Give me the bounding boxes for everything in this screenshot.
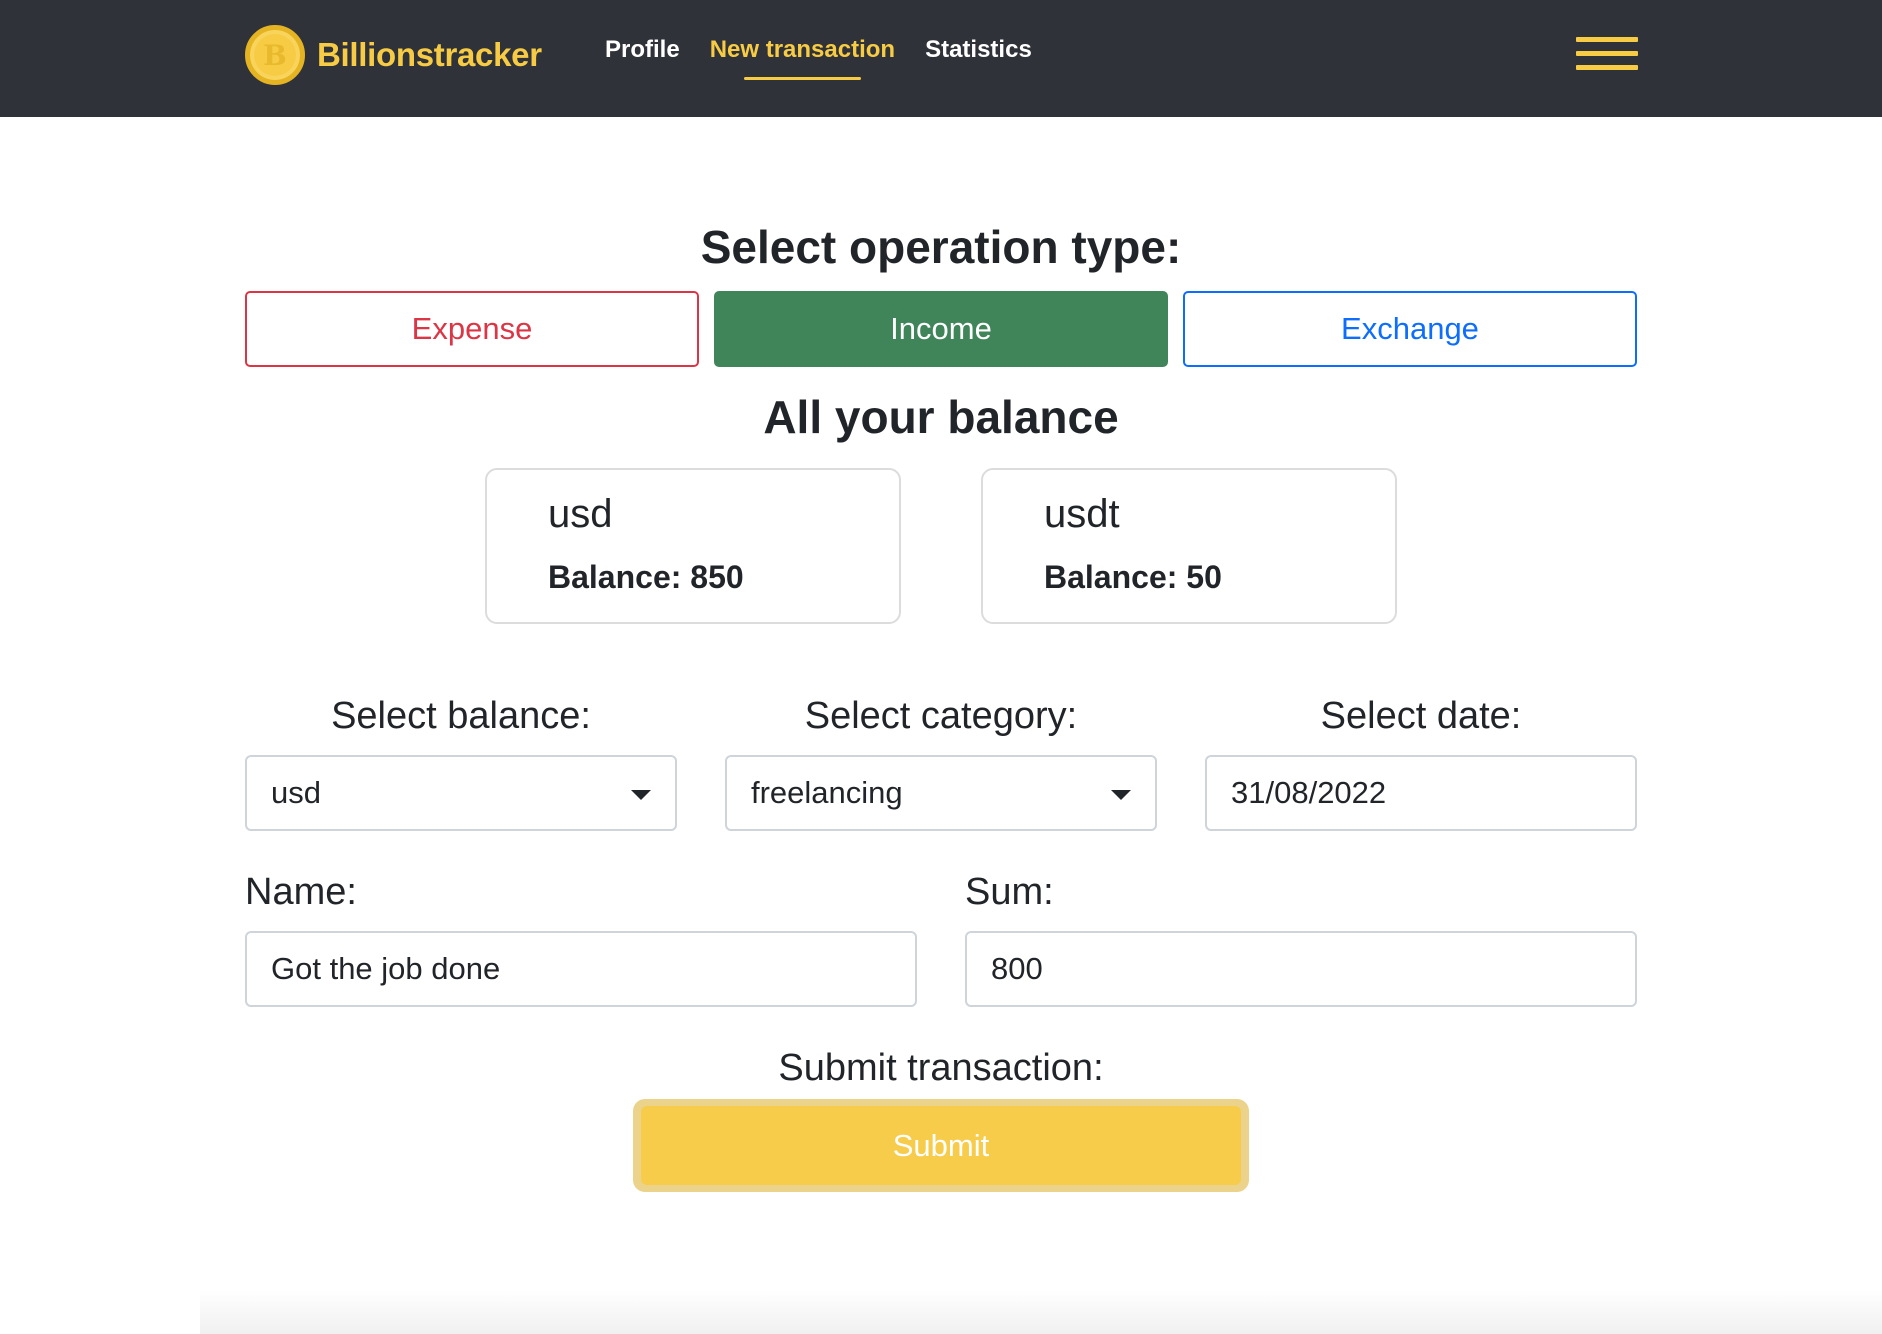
select-balance-label: Select balance: bbox=[331, 695, 591, 737]
bitcoin-coin-icon: B bbox=[245, 25, 305, 85]
submit-button-focus-ring: Submit bbox=[633, 1099, 1249, 1192]
sum-input[interactable]: 800 bbox=[965, 931, 1637, 1007]
operation-type-buttons: Expense Income Exchange bbox=[245, 291, 1637, 367]
coin-letter: B bbox=[263, 38, 287, 72]
balance-select-value: usd bbox=[271, 775, 321, 810]
chevron-down-icon bbox=[631, 790, 651, 800]
name-input[interactable]: Got the job done bbox=[245, 931, 917, 1007]
page: B Billionstracker Profile New transactio… bbox=[0, 0, 1882, 1334]
balance-card-amount: Balance: 50 bbox=[1044, 559, 1222, 595]
submit-heading: Submit transaction: bbox=[778, 1047, 1104, 1089]
name-label: Name: bbox=[245, 871, 357, 913]
balance-cards: usd Balance: 850 usdt Balance: 50 bbox=[485, 468, 1477, 624]
category-select-value: freelancing bbox=[751, 775, 903, 810]
date-input[interactable]: 31/08/2022 bbox=[1205, 755, 1637, 831]
category-select[interactable]: freelancing bbox=[725, 755, 1157, 831]
balance-heading: All your balance bbox=[763, 391, 1119, 443]
brand-name: Billionstracker bbox=[317, 36, 542, 73]
nav-link-profile[interactable]: Profile bbox=[605, 36, 680, 80]
menu-icon-bar bbox=[1576, 37, 1638, 42]
brand-link[interactable]: B Billionstracker bbox=[245, 24, 542, 86]
nav-link-statistics[interactable]: Statistics bbox=[925, 36, 1032, 80]
nav-links: Profile New transaction Statistics bbox=[605, 36, 1062, 80]
balance-card-usdt: usdt Balance: 50 bbox=[981, 468, 1397, 624]
operation-type-heading: Select operation type: bbox=[700, 221, 1182, 273]
menu-icon[interactable] bbox=[1576, 37, 1638, 77]
name-input-value: Got the job done bbox=[271, 951, 501, 986]
balance-card-usd: usd Balance: 850 bbox=[485, 468, 901, 624]
balance-card-name: usdt bbox=[1044, 492, 1120, 536]
balance-select[interactable]: usd bbox=[245, 755, 677, 831]
date-input-value: 31/08/2022 bbox=[1231, 775, 1387, 810]
sum-input-value: 800 bbox=[991, 951, 1043, 986]
balance-card-name: usd bbox=[548, 492, 613, 536]
select-date-label: Select date: bbox=[1320, 695, 1522, 737]
submit-button[interactable]: Submit bbox=[641, 1106, 1241, 1185]
balance-card-amount: Balance: 850 bbox=[548, 559, 744, 595]
exchange-button[interactable]: Exchange bbox=[1183, 291, 1637, 367]
menu-icon-bar bbox=[1576, 65, 1638, 70]
menu-icon-bar bbox=[1576, 51, 1638, 56]
chevron-down-icon bbox=[1111, 790, 1131, 800]
income-button[interactable]: Income bbox=[714, 291, 1168, 367]
bottom-fade bbox=[200, 1290, 1882, 1334]
nav-link-new-transaction[interactable]: New transaction bbox=[710, 36, 895, 80]
select-category-label: Select category: bbox=[804, 695, 1078, 737]
expense-button[interactable]: Expense bbox=[245, 291, 699, 367]
sum-label: Sum: bbox=[965, 871, 1054, 913]
navbar: B Billionstracker Profile New transactio… bbox=[0, 0, 1882, 117]
